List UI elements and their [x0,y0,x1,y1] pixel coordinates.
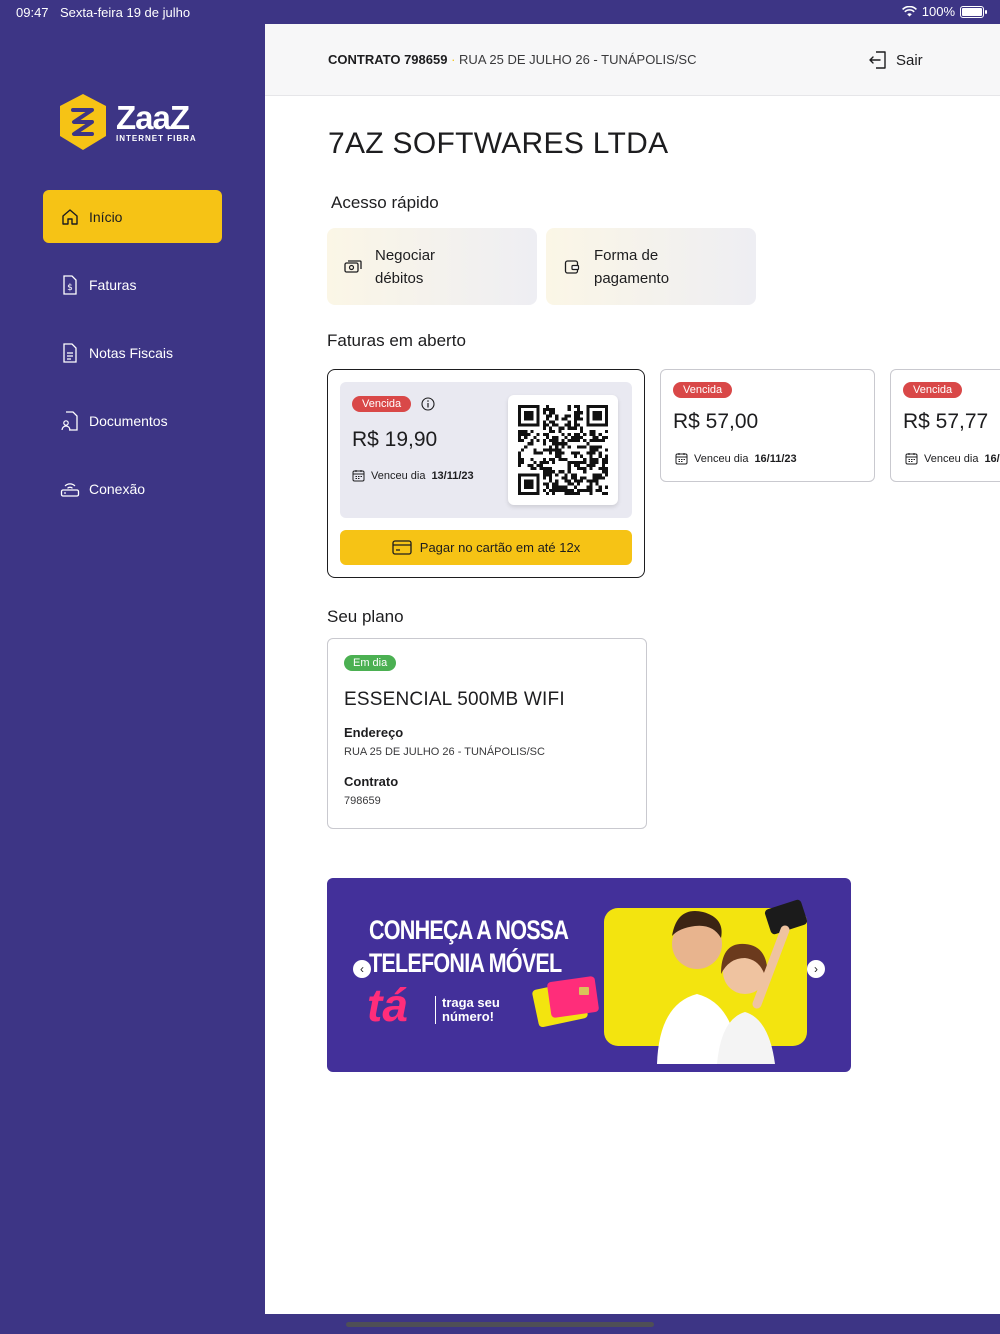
invoice-amount: R$ 57,77 [903,410,989,433]
nav-item-documentos[interactable]: Documentos [43,394,222,447]
invoice-card-primary[interactable]: Vencida R$ 19,90 Venceu dia 13/11/23 Pag… [327,369,645,578]
quick-forma-pagamento[interactable]: Forma de pagamento [546,228,756,305]
plan-contract: 798659 [344,795,381,807]
wallet-icon [562,259,582,275]
nav-label: Início [89,208,123,225]
open-invoices-title: Faturas em aberto [327,331,466,350]
home-icon [60,207,80,227]
wifi-icon [901,6,917,17]
nav-label: Documentos [89,412,168,429]
money-icon [343,259,363,274]
status-badge: Vencida [673,382,733,398]
invoice-amount: R$ 19,90 [352,428,438,451]
due-prefix: Venceu dia [694,452,749,465]
invoice-card[interactable]: Vencida R$ 57,00 Venceu dia 16/11/23 [660,369,875,482]
calendar-icon [352,470,365,482]
status-time: 09:47 [16,5,49,20]
contract-separator: · [451,52,456,67]
banner-subtext-line: traga seu [442,995,500,1010]
contract-address: RUA 25 DE JULHO 26 - TUNÁPOLIS/SC [459,52,697,67]
carousel-prev-button[interactable]: ‹ [353,960,371,978]
info-icon[interactable] [421,397,435,411]
nav-item-inicio[interactable]: Início [43,190,222,243]
plan-address: RUA 25 DE JULHO 26 - TUNÁPOLIS/SC [344,746,545,758]
plan-status-badge: Em dia [344,655,397,671]
plan-section-title: Seu plano [327,607,404,626]
credit-card-icon [392,540,412,555]
brand-logo: ZaaZ INTERNET FIBRA [56,92,197,152]
brand-tagline: INTERNET FIBRA [116,133,197,143]
status-bar: 09:47 Sexta-feira 19 de julho 100% [0,0,1000,24]
sim-card-image [532,976,599,1028]
invoice-icon: $ [60,274,80,295]
battery-percent: 100% [921,4,955,19]
quick-access-title: Acesso rápido [331,193,439,212]
plan-name: ESSENCIAL 500MB WIFI [344,689,565,710]
due-prefix: Venceu dia [924,452,979,465]
nav-item-notas-fiscais[interactable]: Notas Fiscais [43,326,222,379]
invoice-detail-panel: Vencida R$ 19,90 Venceu dia 13/11/23 [340,382,632,518]
status-right: 100% [901,4,987,19]
top-bar: CONTRATO 798659 · RUA 25 DE JULHO 26 - T… [265,24,1000,96]
qr-modules [518,405,608,495]
svg-text:$: $ [67,283,73,293]
qr-code-image [518,405,608,495]
plan-card[interactable]: Em dia ESSENCIAL 500MB WIFI Endereço RUA… [327,638,647,829]
main-content: CONTRATO 798659 · RUA 25 DE JULHO 26 - T… [265,24,1000,1314]
due-date: 13/11/23 [431,469,474,482]
invoice-card[interactable]: Vencida R$ 57,77 Venceu dia 16/ [890,369,1000,482]
nav-label: Notas Fiscais [89,344,174,361]
couple-selfie-image [657,899,808,1064]
pix-qr-code[interactable] [508,395,618,505]
quick-label: Negociar débitos [375,246,436,287]
calendar-icon [905,453,918,465]
user-document-icon [60,410,80,431]
invoice-due: Venceu dia 13/11/23 [352,469,474,482]
logout-label: Sair [896,51,923,69]
company-name: 7AZ SOFTWARES LTDA [328,127,669,160]
plan-contract-label: Contrato [344,774,399,789]
status-badge: Vencida [352,396,412,412]
brand-name: ZaaZ [116,98,190,136]
quick-negociar-debitos[interactable]: Negociar débitos [327,228,537,305]
nav-label: Conexão [89,480,146,497]
quick-label: Forma de pagamento [594,246,670,287]
sidebar: ZaaZ INTERNET FIBRA Início $ Faturas Not… [0,24,265,1314]
carousel-next-button[interactable]: › [807,960,825,978]
nav-item-conexao[interactable]: Conexão [43,462,222,515]
pay-card-label: Pagar no cartão em até 12x [419,540,581,555]
banner-headline: CONHEÇA A NOSSA TELEFONIA MÓVEL [369,914,569,980]
banner-subtext: traga seu número! [435,996,500,1024]
zaaz-logo-icon [60,94,106,150]
banner-headline-line: CONHEÇA A NOSSA [369,915,569,945]
contract-header: CONTRATO 798659 · RUA 25 DE JULHO 26 - T… [328,52,697,67]
invoice-amount: R$ 57,00 [673,410,759,433]
logout-icon [869,51,886,69]
document-icon [60,342,80,363]
calendar-icon [675,453,688,465]
battery-icon [960,5,987,18]
router-icon [60,479,80,499]
nav-label: Faturas [89,276,137,293]
nav-item-faturas[interactable]: $ Faturas [43,258,222,311]
due-date: 16/ [984,452,1000,465]
home-indicator[interactable] [346,1322,654,1327]
promo-banner[interactable]: CONHEÇA A NOSSA TELEFONIA MÓVEL tá traga… [327,878,851,1072]
status-badge: Vencida [903,382,963,398]
pay-card-button[interactable]: Pagar no cartão em até 12x [340,530,632,565]
banner-subtext-line: número! [442,1009,494,1024]
status-date: Sexta-feira 19 de julho [60,5,191,20]
contract-number: CONTRATO 798659 [328,52,448,67]
logout-button[interactable]: Sair [868,50,923,70]
invoice-due: Venceu dia 16/11/23 [675,452,797,465]
due-prefix: Venceu dia [371,469,426,482]
due-date: 16/11/23 [754,452,797,465]
banner-brand: tá [367,979,408,1031]
invoice-due: Venceu dia 16/ [905,452,1000,465]
plan-address-label: Endereço [344,725,404,740]
